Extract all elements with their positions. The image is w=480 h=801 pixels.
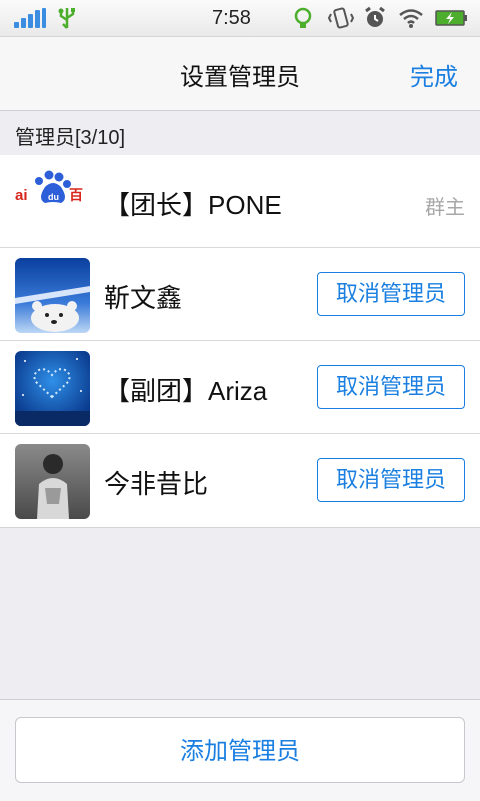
clock-time: 7:58	[212, 7, 251, 29]
svg-text:ai: ai	[15, 187, 28, 204]
revoke-admin-button[interactable]: 取消管理员	[317, 365, 465, 409]
bulb-icon	[294, 7, 312, 28]
bottom-action-bar: 添加管理员	[0, 699, 480, 801]
owner-role-label: 群主	[425, 195, 465, 219]
revoke-admin-button[interactable]: 取消管理员	[317, 272, 465, 316]
vibrate-icon	[328, 7, 354, 29]
status-bar: 7:58	[0, 0, 480, 37]
svg-text:du: du	[48, 192, 59, 202]
battery-charging-icon	[435, 10, 467, 26]
navigation-bar: 设置管理员 完成	[0, 37, 480, 111]
usb-icon	[58, 8, 75, 29]
svg-text:百: 百	[69, 187, 83, 203]
admin-row: 今非昔比 取消管理员	[0, 434, 480, 527]
revoke-admin-button[interactable]: 取消管理员	[317, 458, 465, 502]
alarm-icon	[365, 6, 385, 27]
admin-name: 今非昔比	[104, 469, 209, 499]
admin-row-owner: du ai 百 【团长】PONE 群主	[0, 155, 480, 248]
admin-count-label: 管理员[3/10]	[15, 127, 126, 149]
admin-row: 【副团】Ariza 取消管理员	[0, 341, 480, 434]
wifi-icon	[399, 9, 423, 28]
signal-icon	[14, 8, 46, 28]
admin-list: du ai 百 【团长】PONE 群主 靳文鑫 取消管理员 【副团】Ariza …	[0, 155, 480, 528]
avatar-heart-lights	[15, 351, 90, 426]
admin-name: 靳文鑫	[104, 283, 183, 313]
page-title: 设置管理员	[180, 63, 300, 91]
avatar-person	[15, 444, 90, 519]
done-button[interactable]: 完成	[410, 57, 458, 92]
admin-name: 【团长】PONE	[104, 190, 282, 220]
admin-row: 靳文鑫 取消管理员	[0, 248, 480, 341]
add-admin-button[interactable]: 添加管理员	[15, 717, 465, 783]
avatar-baidu-logo: du ai 百	[15, 165, 90, 240]
avatar-polar-bear	[15, 258, 90, 333]
admin-name: 【副团】Ariza	[104, 376, 268, 406]
admin-count-header: 管理员[3/10]	[0, 111, 480, 155]
